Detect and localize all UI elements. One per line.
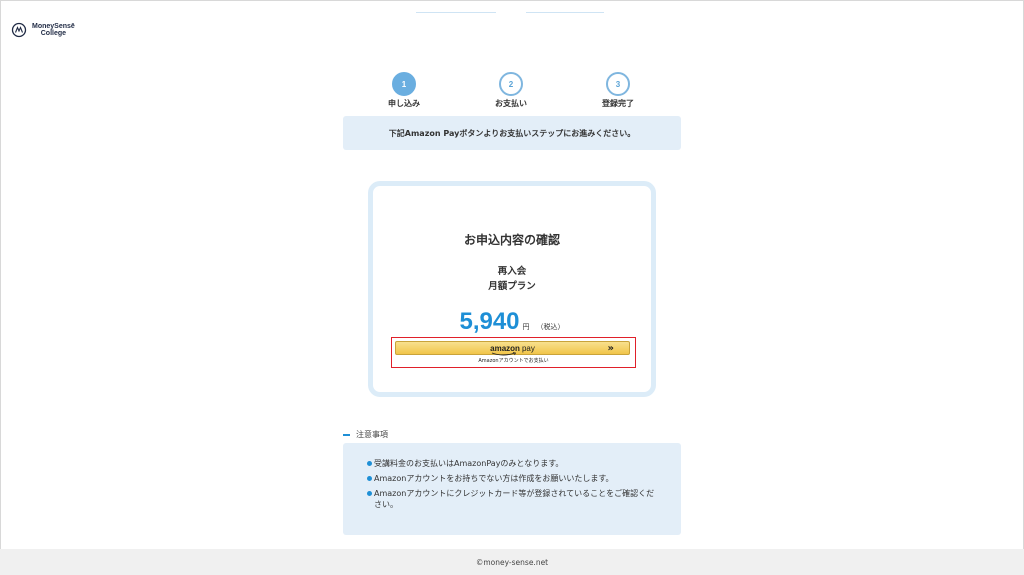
step-label: 申し込み — [388, 99, 420, 108]
logo-text: MoneySensē College — [32, 23, 75, 37]
step-connector-1 — [416, 12, 496, 13]
step-number: 1 — [392, 72, 416, 96]
step-apply: 1 申し込み — [372, 72, 436, 109]
amazon-pay-logo: amazon pay — [490, 343, 535, 355]
list-item: 受講料金のお支払いはAmazonPayのみとなります。 — [367, 458, 661, 469]
bullet-icon — [367, 476, 372, 481]
site-logo[interactable]: MoneySensē College — [11, 22, 75, 38]
note-text: 受講料金のお支払いはAmazonPayのみとなります。 — [374, 459, 564, 468]
heading-dash-icon — [343, 433, 350, 436]
card-title: お申込内容の確認 — [463, 233, 560, 247]
step-number: 3 — [606, 72, 630, 96]
progress-steps: 1 申し込み 2 お支払い 3 登録完了 — [372, 72, 650, 109]
logo-icon — [11, 22, 27, 38]
bullet-icon — [367, 491, 372, 496]
step-label: お支払い — [495, 99, 527, 108]
instruction-text: 下記Amazon Payボタンよりお支払いステップにお進みください。 — [388, 128, 636, 138]
footer: ©money-sense.net — [0, 549, 1024, 575]
notes-panel: 受講料金のお支払いはAmazonPayのみとなります。 Amazonアカウントを… — [343, 443, 681, 535]
confirmation-card: お申込内容の確認 再入会 月額プラン 5,940 円 （税込） amazon pa… — [368, 181, 656, 397]
list-item: Amazonアカウントをお持ちでない方は作成をお願いいたします。 — [367, 473, 661, 484]
note-text: Amazonアカウントをお持ちでない方は作成をお願いいたします。 — [374, 474, 614, 483]
amazon-pay-button[interactable]: amazon pay » — [395, 341, 630, 355]
notes-heading-text: 注意事項 — [356, 430, 388, 439]
price-unit: 円 — [522, 323, 530, 331]
price-amount: 5,940 — [459, 308, 520, 335]
tax-note: （税込） — [536, 323, 565, 331]
logo-line-2: College — [40, 30, 67, 37]
amazon-pay-text: pay — [521, 343, 535, 353]
note-text: Amazonアカウントにクレジットカード等が登録されていることをご確認ください。 — [374, 489, 655, 509]
step-payment: 2 お支払い — [479, 72, 543, 109]
amazon-smile-icon — [491, 351, 517, 355]
instruction-banner: 下記Amazon Payボタンよりお支払いステップにお進みください。 — [343, 116, 681, 150]
step-connector-2 — [526, 12, 604, 13]
list-item: Amazonアカウントにクレジットカード等が登録されていることをご確認ください。 — [367, 488, 661, 510]
bullet-icon — [367, 461, 372, 466]
price-row: 5,940 円 （税込） — [373, 308, 651, 336]
logo-line-1: MoneySensē — [32, 23, 75, 30]
notes-heading: 注意事項 — [343, 429, 388, 440]
amazon-pay-caption: Amazonアカウントでお支払い — [478, 358, 549, 364]
step-complete: 3 登録完了 — [586, 72, 650, 109]
chevron-right-icon: » — [607, 343, 614, 354]
amazon-pay-highlight: amazon pay » Amazonアカウントでお支払い — [391, 337, 636, 368]
plan-info: 再入会 月額プラン — [373, 264, 651, 294]
step-number: 2 — [499, 72, 523, 96]
step-label: 登録完了 — [602, 99, 634, 108]
plan-line-2: 月額プラン — [488, 281, 536, 292]
plan-line-1: 再入会 — [497, 266, 527, 277]
copyright-text: ©money-sense.net — [475, 557, 549, 567]
